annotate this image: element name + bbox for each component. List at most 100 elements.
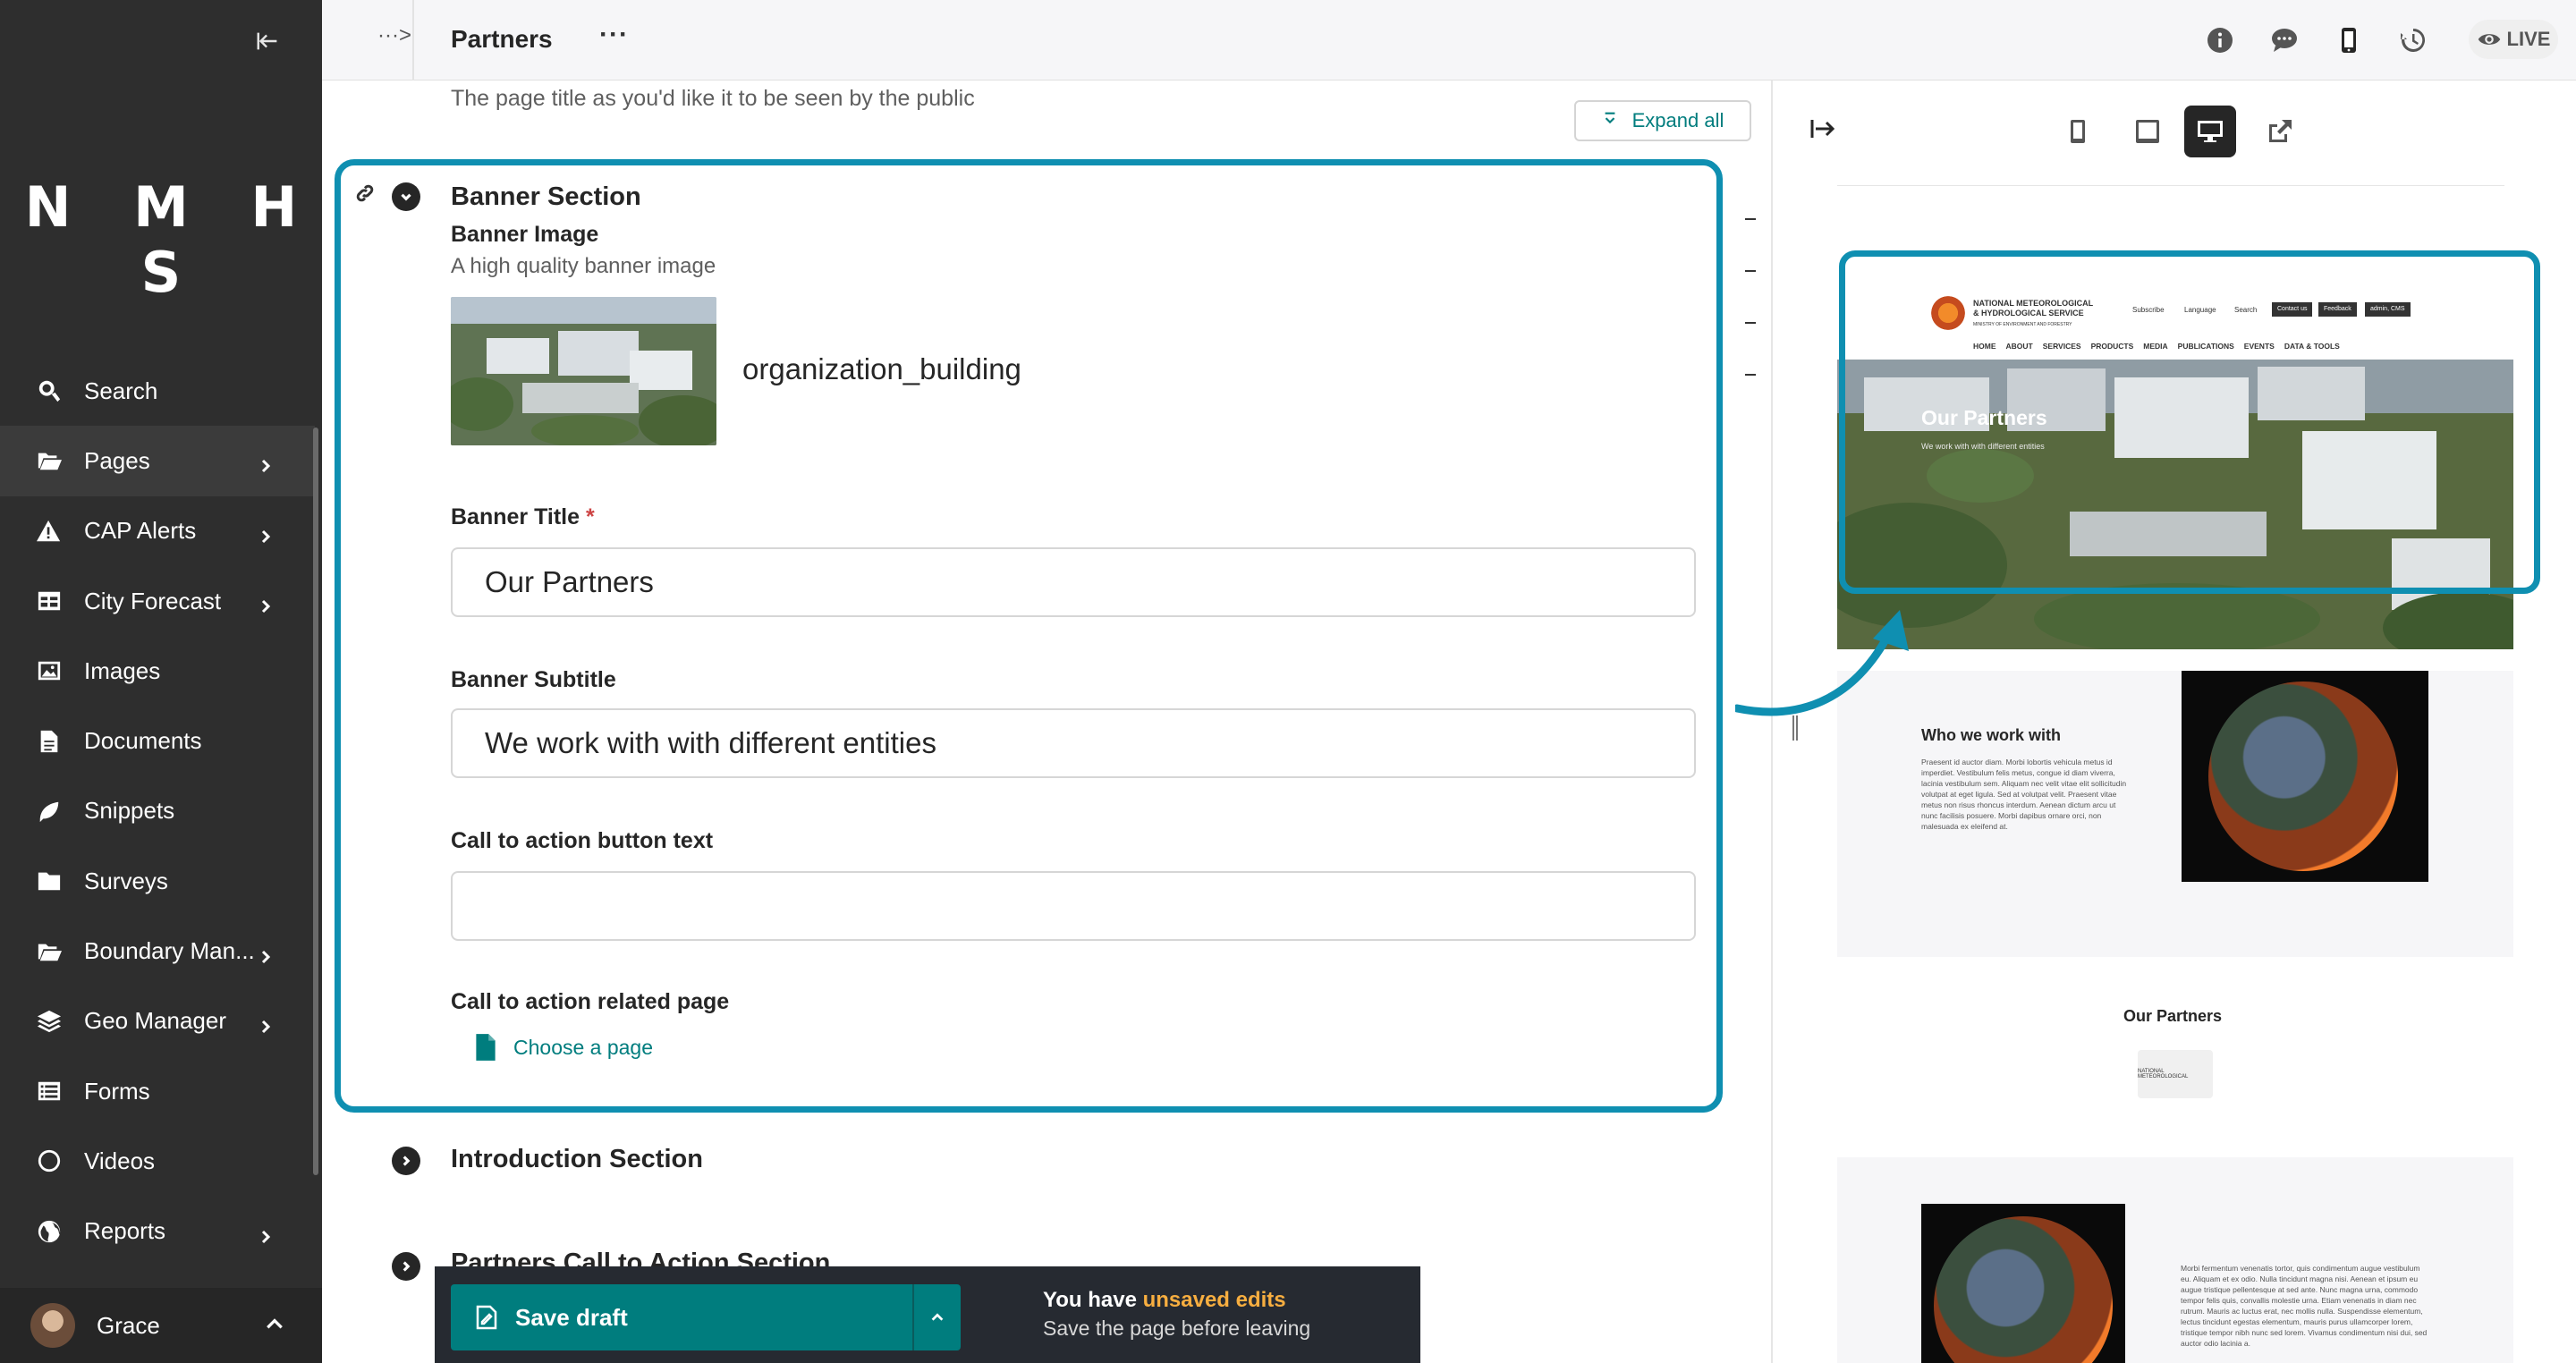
sidebar-item-search[interactable]: Search <box>0 356 315 426</box>
sidebar-item-label: Geo Manager <box>84 1007 226 1035</box>
anchor-link-icon[interactable] <box>354 182 379 207</box>
expand-all-button[interactable]: Expand all <box>1574 100 1751 141</box>
info-icon[interactable] <box>2202 22 2238 58</box>
account-menu[interactable]: Grace <box>0 1288 322 1363</box>
earth-graphic <box>1934 1216 2113 1363</box>
sidebar-item-geo-manager[interactable]: Geo Manager <box>0 986 315 1056</box>
expand-partners-cta-section-button[interactable] <box>392 1252 420 1281</box>
preview-partner-logo[interactable]: NATIONAL METEOROLOGICAL <box>2138 1050 2213 1098</box>
folder-open-icon <box>36 447 63 474</box>
sidebar-item-label: CAP Alerts <box>84 517 197 545</box>
earth-graphic <box>2208 682 2398 871</box>
choose-page-button[interactable]: Choose a page <box>474 1032 653 1062</box>
preview-globe-image-2 <box>1921 1204 2125 1363</box>
cta-page-label: Call to action related page <box>451 989 730 1014</box>
globe-icon <box>36 1218 63 1245</box>
list-icon <box>36 1078 63 1105</box>
breadcrumb-expand[interactable]: ···> <box>377 23 411 48</box>
collapse-sidebar-button[interactable] <box>250 23 286 59</box>
sidebar-item-forms[interactable]: Forms <box>0 1056 315 1126</box>
sidebar-item-pages[interactable]: Pages <box>0 426 315 496</box>
sidebar-item-city-forecast[interactable]: City Forecast <box>0 566 315 636</box>
sidebar-scrollbar[interactable] <box>313 428 318 1175</box>
live-button[interactable]: LIVE <box>2469 20 2558 59</box>
comment-marker[interactable] <box>1745 218 1756 220</box>
sidebar-item-label: Search <box>84 377 158 404</box>
chevron-right-icon <box>258 1013 274 1033</box>
breadcrumb-divider <box>412 0 414 80</box>
banner-image-help: A high quality banner image <box>451 254 716 278</box>
open-preview-new-tab-button[interactable] <box>2254 106 2306 157</box>
expand-intro-section-button[interactable] <box>392 1147 420 1175</box>
image-icon <box>36 657 63 684</box>
close-preview-button[interactable] <box>1809 114 1841 147</box>
preview-desktop-button[interactable] <box>2184 106 2236 157</box>
more-actions-button[interactable]: ··· <box>599 20 629 50</box>
warning-icon <box>36 518 63 545</box>
preview-partners-title: Our Partners <box>2123 1007 2223 1025</box>
sidebar-item-label: Boundary Man... <box>84 937 255 965</box>
resize-handle[interactable] <box>1792 715 1798 741</box>
sidebar-item-label: Surveys <box>84 867 168 894</box>
preview-tablet-button[interactable] <box>2122 106 2174 157</box>
sidebar-item-boundary-man[interactable]: Boundary Man... <box>0 916 315 986</box>
preview-banner-highlight <box>1839 250 2540 594</box>
sidebar-item-label: Pages <box>84 446 150 474</box>
folder-open-icon <box>36 938 63 965</box>
site-logo[interactable]: N M H S <box>0 174 322 305</box>
tablet-icon <box>2136 120 2159 143</box>
intro-section-title[interactable]: Introduction Section <box>451 1145 703 1174</box>
sidebar-item-label: Reports <box>84 1217 166 1245</box>
title-help-text: The page title as you'd like it to be se… <box>451 86 975 111</box>
snippet-icon <box>36 798 63 825</box>
banner-image-label: Banner Image <box>451 222 599 247</box>
preview-mobile-button[interactable] <box>2052 106 2104 157</box>
sidebar-item-label: City Forecast <box>84 587 222 614</box>
page-title: Partners <box>451 25 553 53</box>
banner-subtitle-input[interactable]: We work with with different entities <box>451 708 1696 778</box>
banner-subtitle-label: Banner Subtitle <box>451 667 616 692</box>
layers-icon <box>36 1008 63 1035</box>
comments-icon[interactable] <box>2267 22 2302 58</box>
chevron-right-icon <box>258 523 274 543</box>
sidebar-item-snippets[interactable]: Snippets <box>0 776 315 846</box>
sidebar-item-documents[interactable]: Documents <box>0 706 315 775</box>
required-marker: * <box>585 504 595 529</box>
save-footer: Save draft You have unsaved edits Save t… <box>435 1266 1420 1363</box>
comment-marker[interactable] <box>1745 322 1756 324</box>
page-editor: The page title as you'd like it to be se… <box>322 80 1771 1363</box>
comment-marker[interactable] <box>1745 270 1756 272</box>
banner-image-thumbnail[interactable] <box>451 297 716 445</box>
chevron-up-icon <box>931 1313 944 1321</box>
external-link-icon <box>2269 120 2292 142</box>
building-photo <box>451 297 716 445</box>
chevron-right-icon <box>258 1223 274 1243</box>
save-draft-button[interactable]: Save draft <box>451 1284 961 1350</box>
cta-text-label: Call to action button text <box>451 828 714 853</box>
annotation-arrow-icon <box>1735 610 1909 716</box>
chevron-down-icon <box>401 193 411 201</box>
top-bar: ···> Partners ··· LIVE <box>322 0 2576 80</box>
comment-marker[interactable] <box>1745 374 1756 376</box>
mobile-preview-icon[interactable] <box>2331 22 2367 58</box>
sidebar-item-label: Videos <box>84 1147 156 1174</box>
sidebar-item-cap-alerts[interactable]: CAP Alerts <box>0 496 315 566</box>
sidebar-item-videos[interactable]: Videos <box>0 1126 315 1196</box>
eye-icon <box>2478 34 2500 45</box>
banner-title-label: Banner Title * <box>451 504 595 530</box>
cta-text-input[interactable] <box>451 871 1696 941</box>
collapse-banner-section-button[interactable] <box>392 182 420 211</box>
draft-document-icon <box>476 1305 497 1330</box>
folder-icon <box>36 868 63 894</box>
sidebar-item-images[interactable]: Images <box>0 636 315 706</box>
sidebar-item-reports[interactable]: Reports <box>0 1197 315 1266</box>
document-icon <box>476 1034 496 1061</box>
preview-globe-image <box>2182 671 2428 882</box>
chevron-right-icon <box>258 453 274 473</box>
banner-section-title[interactable]: Banner Section <box>451 182 641 212</box>
sidebar-item-surveys[interactable]: Surveys <box>0 846 315 916</box>
banner-title-input[interactable]: Our Partners <box>451 547 1696 617</box>
history-icon[interactable] <box>2395 22 2431 58</box>
more-save-actions-button[interactable] <box>912 1284 961 1350</box>
table-icon <box>36 588 63 614</box>
